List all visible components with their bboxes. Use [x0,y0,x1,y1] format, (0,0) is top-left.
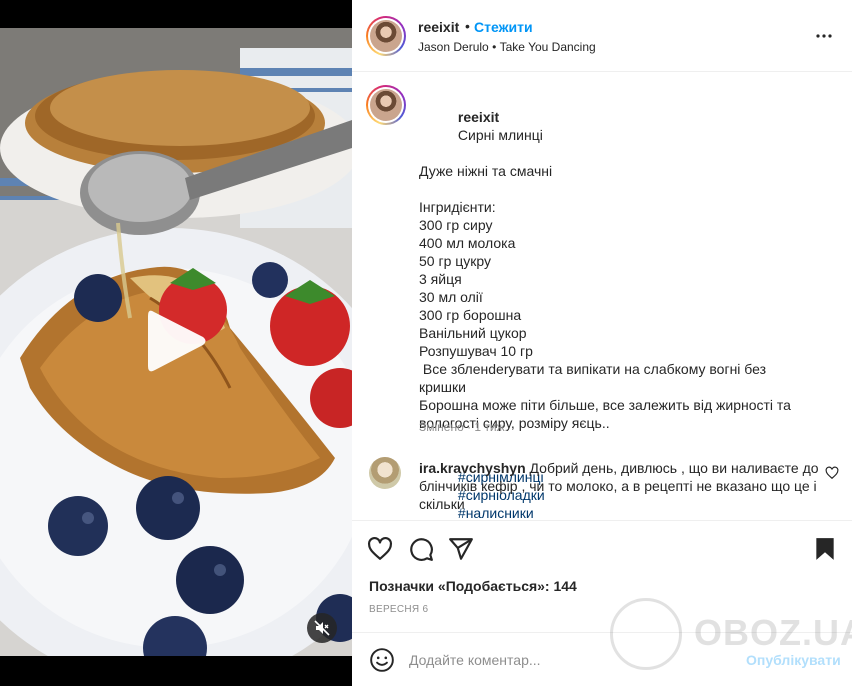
emoji-button[interactable] [369,647,395,673]
speaker-muted-icon [314,620,330,636]
caption-line: 300 гр борошна [419,307,522,323]
smiley-icon [370,648,394,672]
comment-composer: Опублікувати [352,632,852,686]
comment-button[interactable] [408,536,434,562]
caption-line: 30 мл олії [419,289,483,305]
media-pane [0,0,352,686]
caption-author-avatar[interactable] [366,85,406,125]
comment-input[interactable] [409,648,729,672]
speech-bubble-icon [410,538,433,561]
bookmark-icon [816,538,834,560]
caption-line: 3 яйця [419,271,462,287]
caption-username[interactable]: reeixit [458,109,499,125]
heart-icon [368,536,392,560]
post-header: reeixit • Стежити Jason Derulo • Take Yo… [352,0,852,72]
music-separator: • [492,40,497,54]
heart-icon [825,466,839,480]
caption-line: Інгридієнти: [419,199,496,215]
caption-line: Все збленderувати та випікати на слабком… [419,361,767,377]
commenter-avatar[interactable] [369,457,401,489]
save-button[interactable] [812,536,838,562]
post-date[interactable]: вересня 6 [369,604,428,615]
author-avatar[interactable] [366,16,406,56]
music-artist: Jason Derulo [418,40,489,54]
follow-button[interactable]: Стежити [474,19,533,35]
comment-like-button[interactable] [825,466,839,480]
caption-line: Ванільний цукор [419,325,527,341]
caption-line: Дуже ніжні та смачні [419,163,553,179]
more-options-button[interactable] [812,24,836,48]
edited-timestamp[interactable]: Змінено · 1 тиж. [419,420,508,434]
music-attribution[interactable]: Jason Derulo • Take You Dancing [418,40,596,54]
post-caption: reeixit Сирні млинці Дуже ніжні та смачн… [419,90,839,520]
paper-plane-icon [449,538,473,560]
caption-line: Борошна може піти більше, все залежить в… [419,397,791,413]
caption-line: 400 мл молока [419,235,516,251]
caption-line: Розпушувач 10 гр [419,343,533,359]
caption-line: 50 гр цукру [419,253,492,269]
share-button[interactable] [448,536,474,562]
like-button[interactable] [367,536,393,562]
author-username[interactable]: reeixit [418,19,459,35]
comment-username[interactable]: ira.kravchyshyn [419,460,526,476]
post-dialog: reeixit • Стежити Jason Derulo • Take Yo… [0,0,852,686]
post-actions: Позначки «Подобається»: 144 вересня 6 [352,520,852,632]
caption-title: Сирні млинці [457,127,543,143]
caption-line [419,180,839,198]
ellipsis-icon [816,34,832,38]
play-icon [148,310,206,372]
post-details-panel: reeixit • Стежити Jason Derulo • Take Yo… [352,0,852,686]
header-separator: • [465,18,470,34]
music-track: Take You Dancing [499,40,596,54]
play-button[interactable] [148,308,208,374]
caption-line: 300 гр сиру [419,217,493,233]
mute-toggle-button[interactable] [307,613,337,643]
likes-count[interactable]: Позначки «Подобається»: 144 [369,578,577,594]
publish-comment-button[interactable]: Опублікувати [746,652,841,668]
caption-line: кришки [419,379,466,395]
comment: ira.kravchyshyn Добрий день, дивлюсь , щ… [419,459,819,513]
comments-scroll-area[interactable]: reeixit Сирні млинці Дуже ніжні та смачн… [352,73,852,520]
